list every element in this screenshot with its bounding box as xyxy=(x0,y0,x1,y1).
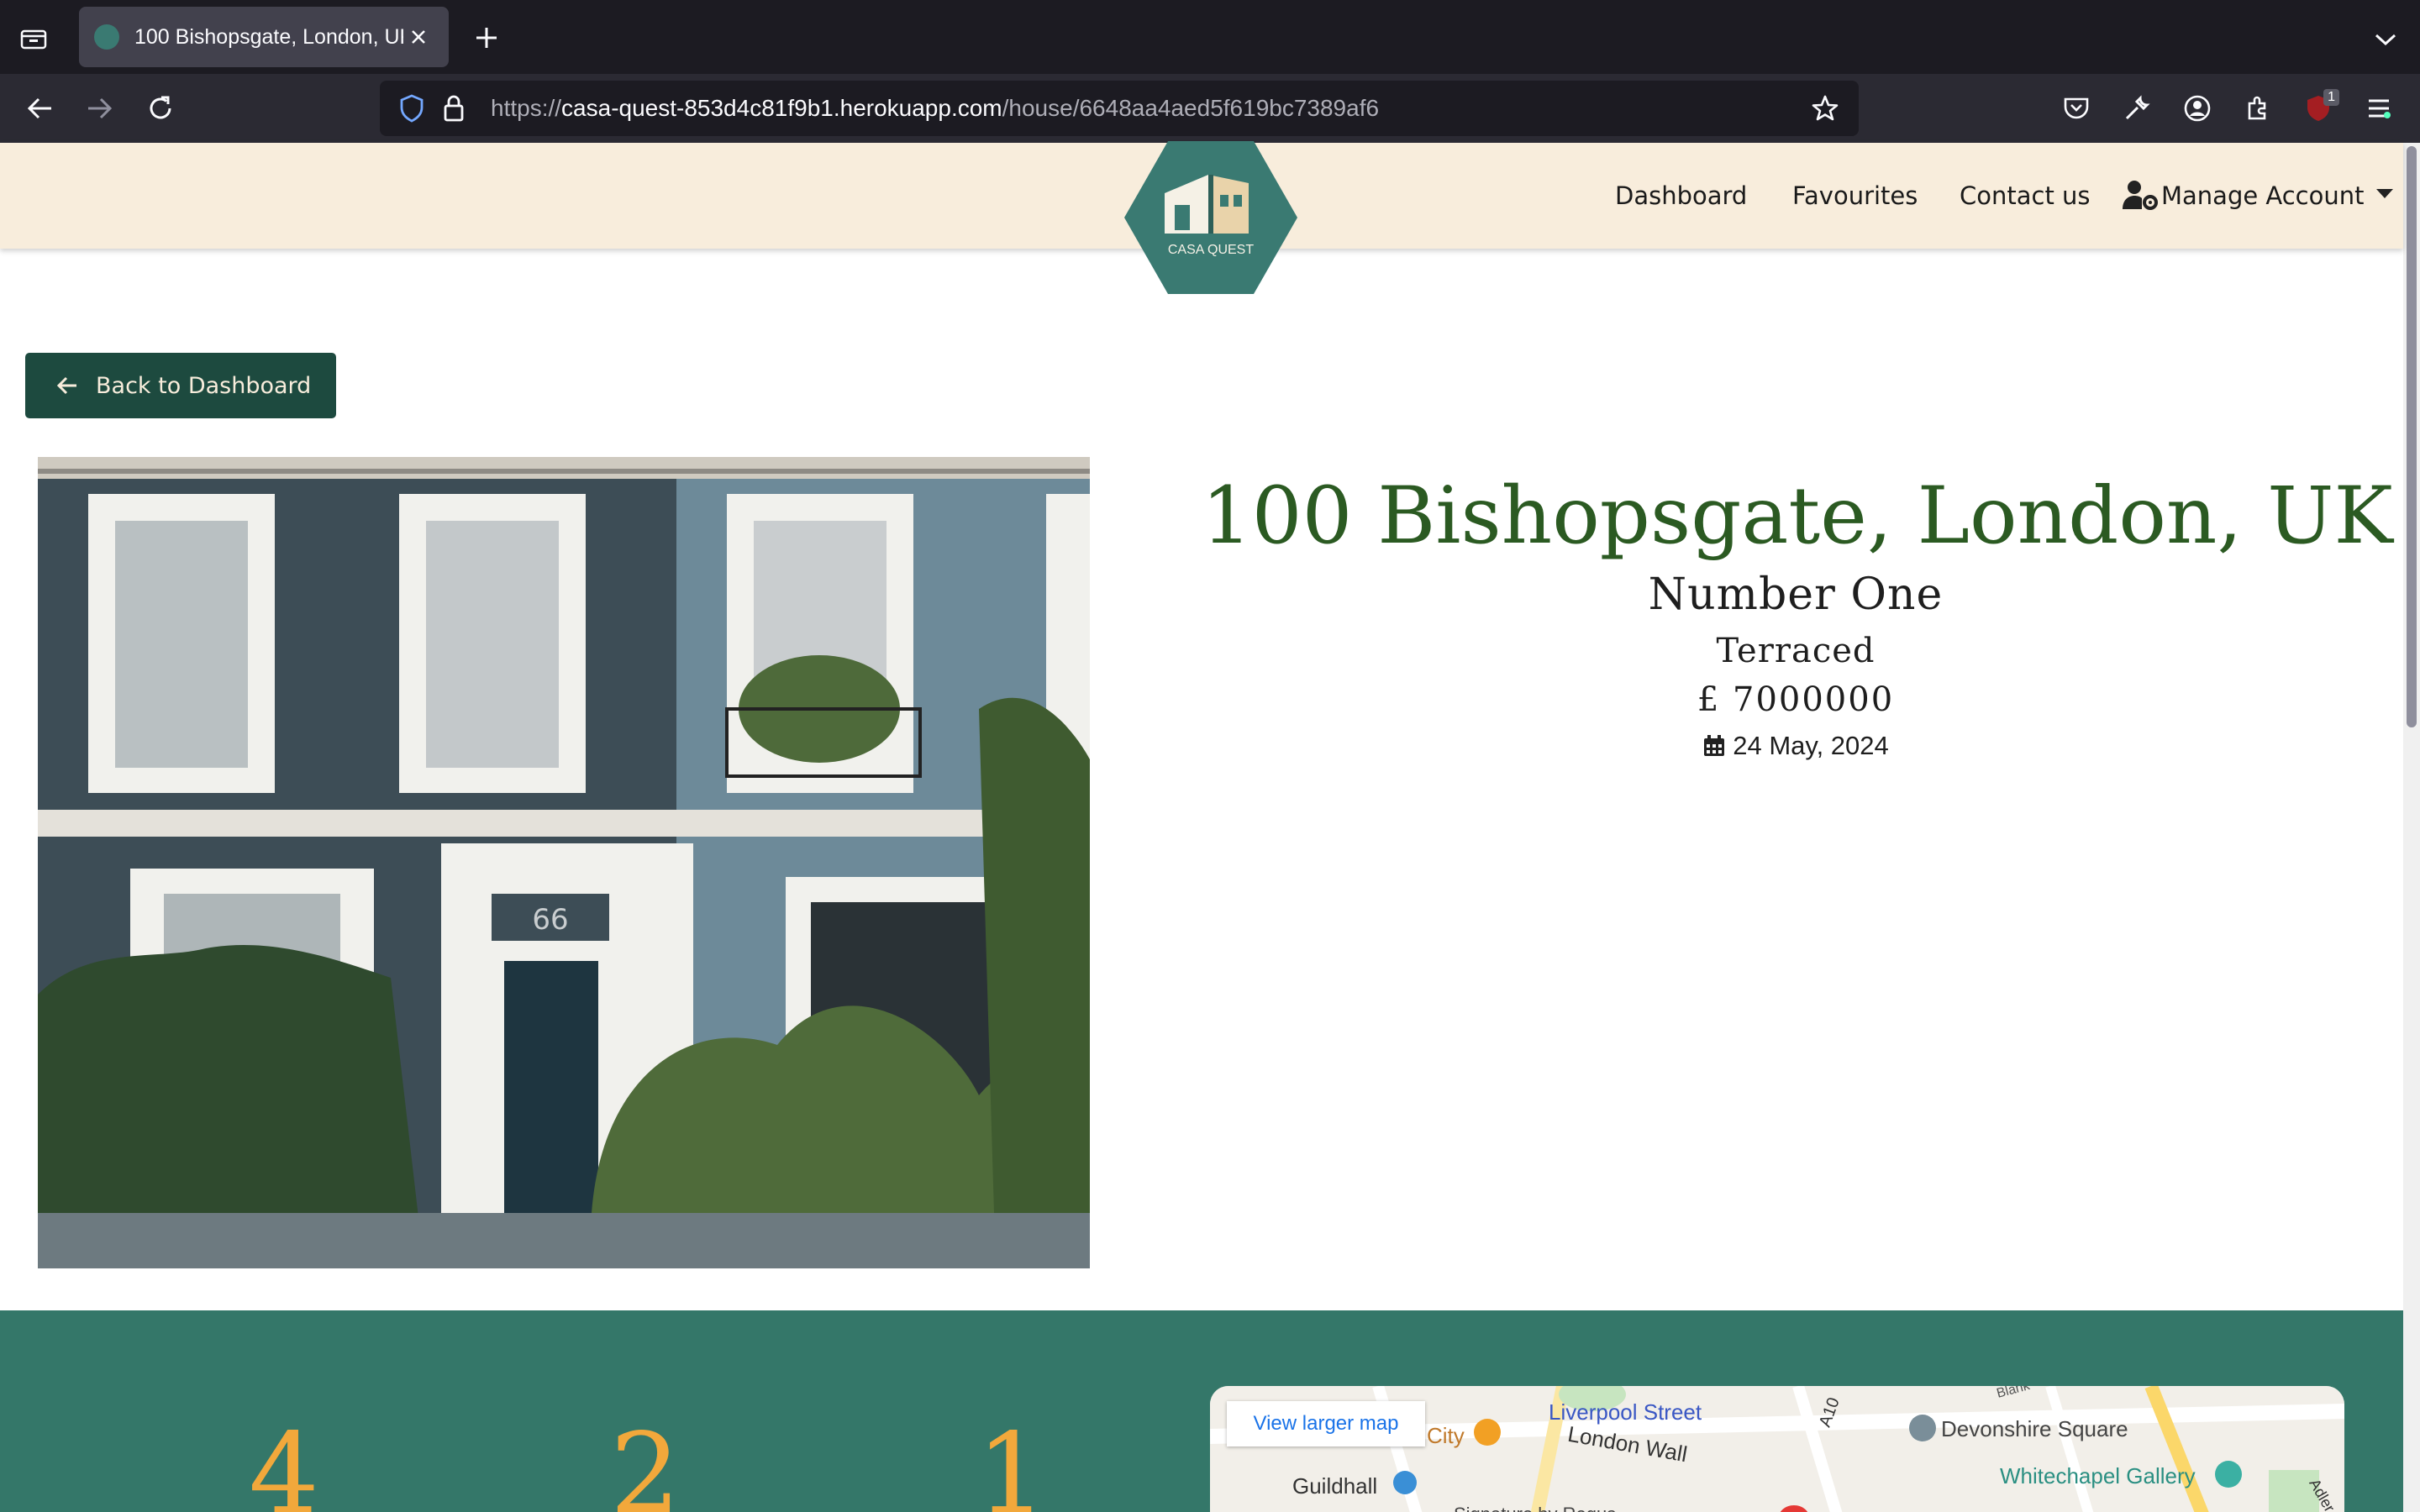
nav-manage-account[interactable]: Manage Account xyxy=(2123,143,2393,249)
url-text: https://casa-quest-853d4c81f9b1.herokuap… xyxy=(491,95,1380,121)
nav-favourites[interactable]: Favourites xyxy=(1792,143,1918,249)
nav-contact-label: Contact us xyxy=(1960,181,2091,210)
account-circle-icon[interactable] xyxy=(2176,87,2218,129)
new-tab-icon[interactable] xyxy=(467,18,506,57)
house-type: Terraced xyxy=(1716,632,1876,670)
stat-reception: 1 xyxy=(976,1410,1047,1512)
door-number: 66 xyxy=(532,903,568,937)
pocket-icon[interactable] xyxy=(2055,87,2097,129)
view-larger-map-button[interactable]: View larger map xyxy=(1227,1401,1425,1446)
ublock-shield-icon[interactable]: 1 xyxy=(2297,87,2339,129)
stat-bedrooms: 4 xyxy=(249,1410,319,1512)
caret-down-icon xyxy=(2375,188,2393,198)
shield-icon[interactable] xyxy=(395,92,429,125)
map-label-guildhall: Guildhall xyxy=(1292,1473,1378,1499)
browser-toolbar: https://casa-quest-853d4c81f9b1.herokuap… xyxy=(0,74,2420,143)
forward-arrow-icon[interactable] xyxy=(79,87,121,129)
map-label-city: City xyxy=(1427,1423,1465,1448)
favicon-icon xyxy=(94,24,119,50)
back-to-dashboard-label: Back to Dashboard xyxy=(96,372,312,399)
house-date-text: 24 May, 2024 xyxy=(1733,731,1889,760)
nav-dashboard[interactable]: Dashboard xyxy=(1615,143,1747,249)
map-label-devonshire-square: Devonshire Square xyxy=(1941,1416,2128,1441)
close-tab-icon[interactable] xyxy=(403,22,434,52)
house-date: 24 May, 2024 xyxy=(1202,731,2390,761)
chevron-down-icon[interactable] xyxy=(2366,20,2405,59)
browser-tab-active[interactable]: 100 Bishopsgate, London, UK xyxy=(79,7,449,67)
back-to-dashboard-button[interactable]: Back to Dashboard xyxy=(25,353,336,418)
logo-text: CASA QUEST xyxy=(1168,243,1254,257)
extension-badge: 1 xyxy=(2323,89,2339,106)
stat-bathrooms: 2 xyxy=(610,1410,681,1512)
back-arrow-icon[interactable] xyxy=(18,87,60,129)
nav-contact[interactable]: Contact us xyxy=(1960,143,2091,249)
bookmark-star-icon[interactable] xyxy=(1807,90,1844,127)
user-gear-icon xyxy=(2123,181,2158,210)
nav-manage-account-label: Manage Account xyxy=(2161,181,2365,210)
house-address: 100 Bishopsgate, London, UK xyxy=(1202,470,2393,562)
map-label-whitechapel-gallery: Whitechapel Gallery xyxy=(2000,1463,2196,1488)
tab-title: 100 Bishopsgate, London, UK xyxy=(134,24,403,49)
casa-quest-logo[interactable]: CASA QUEST xyxy=(1124,141,1297,294)
house-info: 100 Bishopsgate, London, UK Number One T… xyxy=(1202,470,2393,761)
lock-icon[interactable] xyxy=(437,92,471,125)
location-map[interactable]: View larger map Liverpool Street London … xyxy=(1210,1386,2344,1512)
extensions-puzzle-icon[interactable] xyxy=(2237,87,2279,129)
nav-favourites-label: Favourites xyxy=(1792,181,1918,210)
tab-overview-icon[interactable] xyxy=(15,20,52,57)
page-scrollbar-thumb[interactable] xyxy=(2407,146,2417,727)
reload-icon[interactable] xyxy=(139,87,182,129)
nav-dashboard-label: Dashboard xyxy=(1615,181,1748,210)
address-bar[interactable]: https://casa-quest-853d4c81f9b1.herokuap… xyxy=(380,81,1859,136)
hamburger-menu-icon[interactable] xyxy=(2358,87,2400,129)
house-photo: 66 xyxy=(38,457,1090,1268)
map-label-signature: Signature by Regus xyxy=(1454,1504,1616,1512)
browser-tab-bar: 100 Bishopsgate, London, UK xyxy=(0,0,2420,74)
calendar-icon xyxy=(1704,735,1725,756)
house-price: £ 7000000 xyxy=(1697,680,1895,719)
wrench-icon[interactable] xyxy=(2116,87,2158,129)
house-name: Number One xyxy=(1648,570,1944,620)
arrow-left-icon xyxy=(56,376,76,395)
